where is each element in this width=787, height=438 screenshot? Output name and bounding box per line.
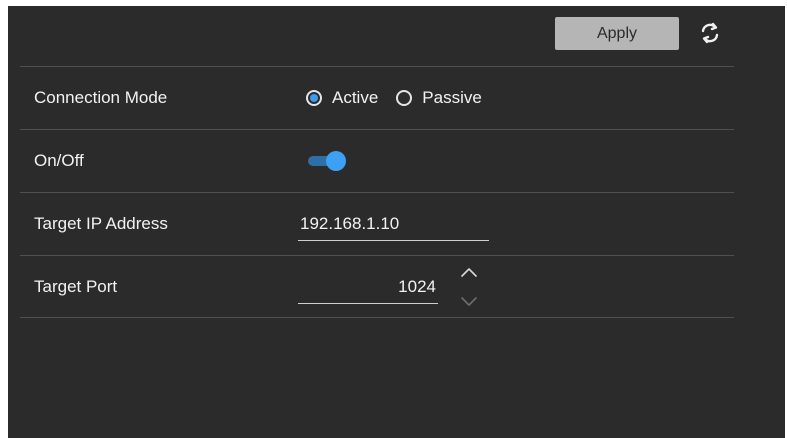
toggle-knob[interactable] <box>326 151 346 171</box>
connection-mode-row: Connection Mode Active Passive <box>20 66 734 129</box>
target-ip-row: Target IP Address <box>20 192 734 255</box>
target-port-input[interactable] <box>298 270 438 304</box>
radio-passive-circle[interactable] <box>396 90 413 106</box>
target-ip-input[interactable] <box>298 207 489 241</box>
toolbar: Apply <box>8 6 785 66</box>
radio-passive[interactable]: Passive <box>396 88 482 108</box>
on-off-label: On/Off <box>34 151 84 170</box>
radio-active[interactable]: Active <box>306 88 378 108</box>
chevron-up-icon[interactable] <box>458 264 480 282</box>
apply-button[interactable]: Apply <box>555 17 679 50</box>
chevron-down-icon[interactable] <box>458 292 480 310</box>
on-off-row: On/Off <box>20 129 734 192</box>
on-off-toggle[interactable] <box>306 151 346 171</box>
radio-active-label[interactable]: Active <box>332 88 378 108</box>
target-port-row: Target Port <box>20 255 734 318</box>
connection-mode-label: Connection Mode <box>34 88 168 107</box>
connection-mode-radio-group: Active Passive <box>306 67 500 129</box>
radio-passive-label[interactable]: Passive <box>422 88 482 108</box>
target-port-label: Target Port <box>34 277 118 296</box>
settings-panel: Apply Connection Mode Active Passive On/… <box>8 6 785 438</box>
target-ip-label: Target IP Address <box>34 214 168 233</box>
refresh-icon[interactable] <box>697 20 723 46</box>
radio-active-circle[interactable] <box>306 90 322 106</box>
